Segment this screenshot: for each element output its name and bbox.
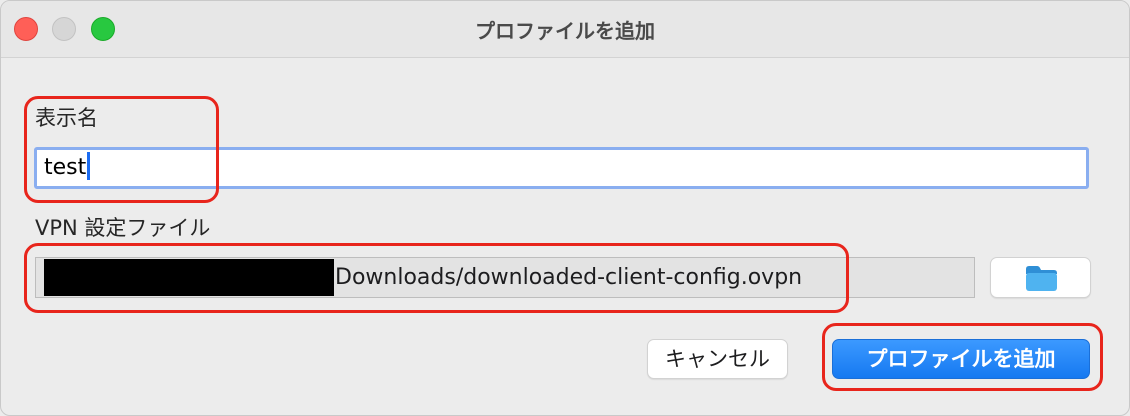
- title-bar: プロファイルを追加: [1, 1, 1129, 58]
- add-profile-dialog: プロファイルを追加 表示名 test VPN 設定ファイル Downloads/…: [0, 0, 1130, 416]
- window-title: プロファイルを追加: [475, 19, 655, 43]
- vpn-file-path-text: Downloads/downloaded-client-config.ovpn: [335, 265, 803, 290]
- cancel-button[interactable]: キャンセル: [647, 339, 788, 379]
- vpn-file-label: VPN 設定ファイル: [35, 216, 211, 240]
- redacted-path-segment: [44, 259, 334, 296]
- folder-icon: [1026, 266, 1057, 291]
- browse-folder-button[interactable]: [990, 257, 1091, 298]
- text-caret: [87, 152, 91, 180]
- vpn-file-path-field: Downloads/downloaded-client-config.ovpn: [35, 257, 975, 298]
- display-name-label: 表示名: [35, 106, 98, 130]
- add-profile-button[interactable]: プロファイルを追加: [832, 339, 1090, 379]
- display-name-value: test: [44, 155, 87, 180]
- display-name-input[interactable]: test: [34, 147, 1089, 189]
